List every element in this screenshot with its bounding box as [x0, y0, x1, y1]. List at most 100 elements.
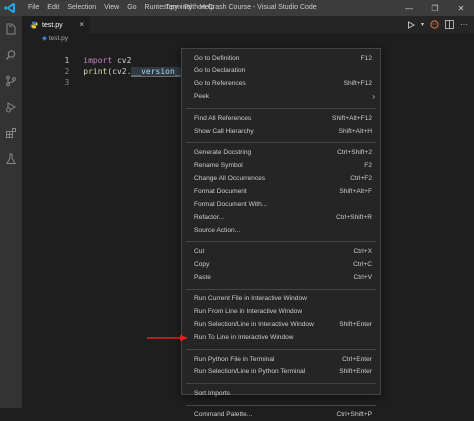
menu-item-find-all-references[interactable]: Find All References Shift+Alt+F12 — [182, 112, 380, 124]
menu-item-run-current-file-in-interactive-window[interactable]: Run Current File in Interactive Window — [182, 293, 380, 305]
menu-separator — [186, 142, 376, 144]
line-number: 3 — [64, 78, 70, 87]
run-python-file-icon[interactable] — [407, 20, 415, 29]
copilot-icon[interactable] — [430, 20, 439, 29]
menu-item-paste[interactable]: Paste Ctrl+V — [182, 271, 380, 283]
code-line[interactable]: 1 import cv2 — [22, 44, 131, 65]
menu-item-generate-docstring[interactable]: Generate Docstring Ctrl+Shift+2 — [182, 147, 380, 159]
menu-item-shortcut: Shift+Enter — [339, 368, 372, 376]
menu-item-label: Go to Declaration — [194, 67, 246, 75]
menu-separator — [186, 404, 376, 406]
more-actions-icon[interactable]: ··· — [460, 20, 468, 29]
chevron-right-icon: › — [372, 92, 375, 102]
menu-item-label: Sort Imports — [194, 389, 230, 397]
menu-item-run-selection-line-in-python-terminal[interactable]: Run Selection/Line in Python Terminal Shi… — [182, 366, 380, 378]
menu-item-label: Command Palette... — [194, 411, 253, 419]
red-arrow-annotation — [147, 334, 188, 342]
menu-view[interactable]: View — [100, 0, 123, 16]
menu-item-run-to-line-in-interactive-window[interactable]: Run To Line in Interactive Window — [182, 332, 380, 344]
menu-selection[interactable]: Selection — [63, 0, 100, 16]
menu-edit[interactable]: Edit — [43, 0, 63, 16]
menu-item-shortcut: Ctrl+V — [353, 273, 372, 281]
editor-actions: ▾ ··· — [407, 16, 468, 33]
tab-test-py[interactable]: test.py × — [22, 16, 90, 33]
menu-run[interactable]: Run — [141, 0, 162, 16]
menu-item-label: Run Python File in Terminal — [194, 355, 275, 363]
menu-item-run-from-line-in-interactive-window[interactable]: Run From Line in Interactive Window — [182, 306, 380, 318]
menu-item-shortcut: Shift+F12 — [343, 80, 372, 88]
run-dropdown-icon[interactable]: ▾ — [421, 21, 424, 28]
menu-item-label: Find All References — [194, 114, 252, 122]
window-controls: — ❐ ✕ — [396, 0, 474, 16]
menu-item-refactor[interactable]: Refactor... Ctrl+Shift+R — [182, 211, 380, 223]
source-control-icon[interactable] — [0, 68, 22, 94]
menu-item-shortcut: Shift+Alt+H — [338, 127, 372, 135]
search-icon[interactable] — [0, 42, 22, 68]
menu-separator — [186, 107, 376, 109]
code-token: __version__ — [131, 67, 185, 77]
menu-item-shortcut: Ctrl+Shift+2 — [337, 149, 372, 157]
menu-item-label: Rename Symbol — [194, 162, 243, 169]
menu-item-shortcut: F2 — [364, 162, 372, 169]
menu-item-peek[interactable]: Peek › — [182, 91, 380, 103]
menu-separator — [186, 288, 376, 290]
breadcrumb[interactable]: ◆ test.py — [22, 33, 68, 44]
breadcrumb-file[interactable]: test.py — [49, 35, 68, 42]
menu-separator — [186, 383, 376, 385]
menu-separator — [186, 241, 376, 243]
menu-item-run-python-file-in-terminal[interactable]: Run Python File in Terminal Ctrl+Enter — [182, 353, 380, 365]
menu-item-go-to-declaration[interactable]: Go to Declaration — [182, 65, 380, 77]
menu-item-run-selection-line-in-interactive-window[interactable]: Run Selection/Line in Interactive Window… — [182, 319, 380, 331]
menu-help[interactable]: Help — [196, 0, 218, 16]
menu-item-show-call-hierarchy[interactable]: Show Call Hierarchy Shift+Alt+H — [182, 125, 380, 137]
menu-item-shortcut: Shift+Alt+F12 — [332, 114, 372, 122]
menu-item-rename-symbol[interactable]: Rename Symbol F2 — [182, 160, 380, 172]
maximize-button[interactable]: ❐ — [422, 0, 448, 16]
menu-item-shortcut: Ctrl+Shift+P — [336, 411, 372, 419]
code-token: print — [83, 67, 108, 76]
close-window-button[interactable]: ✕ — [448, 0, 474, 16]
files-icon[interactable] — [0, 16, 22, 42]
menu-item-shortcut: Ctrl+Enter — [342, 355, 372, 363]
menu-item-label: Peek — [194, 93, 210, 101]
menu-item-sort-imports[interactable]: Sort Imports — [182, 387, 380, 399]
vscode-logo-icon — [4, 2, 16, 14]
menu-item-source-action[interactable]: Source Action... — [182, 224, 380, 236]
extensions-icon[interactable] — [0, 120, 22, 146]
menu-item-command-palette[interactable]: Command Palette... Ctrl+Shift+P — [182, 409, 380, 421]
testing-icon[interactable] — [0, 146, 22, 172]
python-file-icon — [30, 21, 38, 29]
menu-item-label: Change All Occurrences — [194, 174, 266, 182]
code-token: (cv2. — [107, 67, 132, 76]
tab-bar: test.py × ▾ ··· — [22, 16, 474, 33]
menu-item-label: Run Selection/Line in Python Terminal — [194, 368, 306, 376]
split-editor-icon[interactable] — [445, 20, 454, 29]
menu-item-shortcut: Ctrl+F2 — [350, 174, 372, 182]
menu-item-format-document[interactable]: Format Document Shift+Alt+F — [182, 185, 380, 197]
menu-item-label: Format Document With... — [194, 200, 268, 208]
menu-item-shortcut: Ctrl+Shift+R — [336, 213, 372, 221]
menu-item-shortcut: Shift+Enter — [339, 321, 372, 329]
code-line[interactable]: 3 — [22, 66, 83, 87]
menu-item-format-document-with[interactable]: Format Document With... — [182, 198, 380, 210]
menu-item-go-to-definition[interactable]: Go to Definition F12 — [182, 52, 380, 64]
context-menu: Go to Definition F12 Go to Declaration Go t… — [181, 48, 381, 418]
menu-go[interactable]: Go — [123, 0, 140, 16]
menu-item-change-all-occurrences[interactable]: Change All Occurrences Ctrl+F2 — [182, 172, 380, 184]
menu-terminal[interactable]: Terminal — [161, 0, 195, 16]
run-debug-icon[interactable] — [0, 94, 22, 120]
menu-item-shortcut: Ctrl+X — [353, 248, 372, 255]
menu-item-label: Run Current File in Interactive Window — [194, 295, 307, 303]
menu-item-copy[interactable]: Copy Ctrl+C — [182, 258, 380, 270]
menu-item-cut[interactable]: Cut Ctrl+X — [182, 246, 380, 258]
menu-item-go-to-references[interactable]: Go to References Shift+F12 — [182, 78, 380, 90]
title-bar: File Edit Selection View Go Run Terminal Help t… — [0, 0, 474, 16]
menu-item-shortcut: Ctrl+C — [353, 260, 372, 268]
menu-item-shortcut: F12 — [360, 54, 372, 62]
menu-item-shortcut: Shift+Alt+F — [339, 187, 372, 195]
minimize-button[interactable]: — — [396, 0, 422, 16]
code-line[interactable]: 2print(cv2.__version__) — [22, 55, 189, 77]
close-tab-icon[interactable]: × — [79, 20, 84, 29]
menu-item-label: Paste — [194, 273, 211, 281]
menu-file[interactable]: File — [24, 0, 43, 16]
